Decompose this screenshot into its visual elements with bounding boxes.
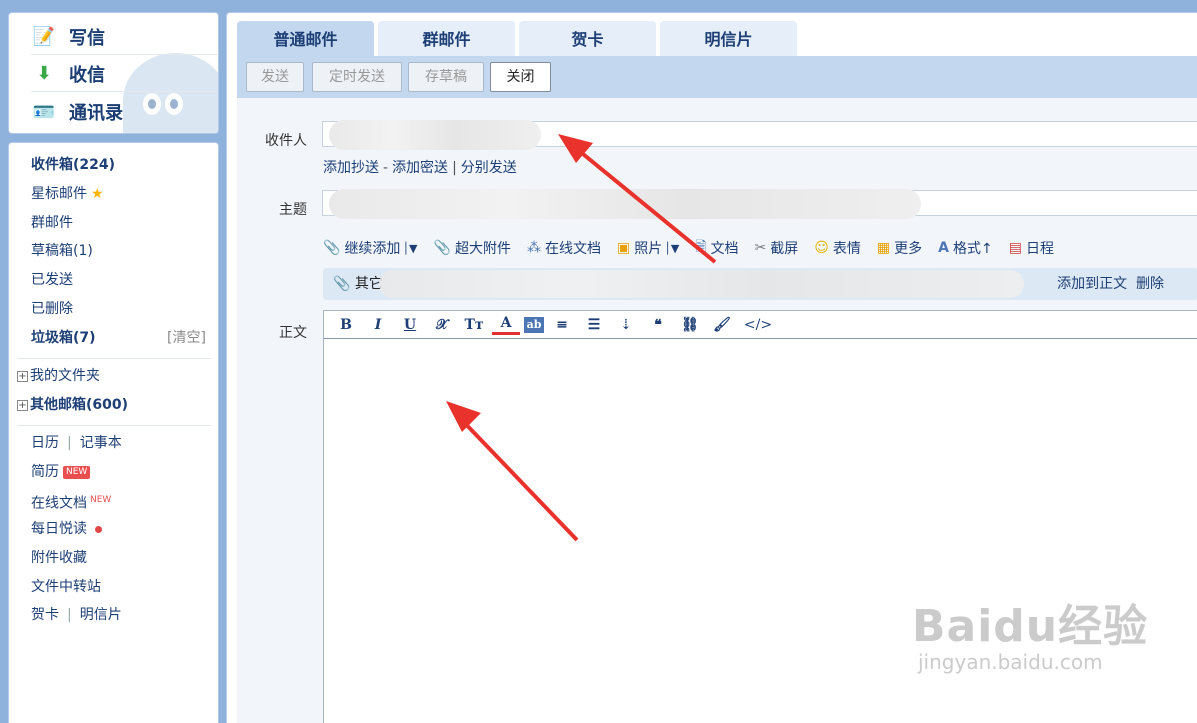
baidu-watermark: Baidu经验 jingyan.baidu.com [912, 590, 1148, 674]
arrow-to-recipient [558, 134, 717, 264]
arrow-to-body [446, 401, 579, 542]
watermark-brand: Baidu经验 [912, 601, 1149, 652]
